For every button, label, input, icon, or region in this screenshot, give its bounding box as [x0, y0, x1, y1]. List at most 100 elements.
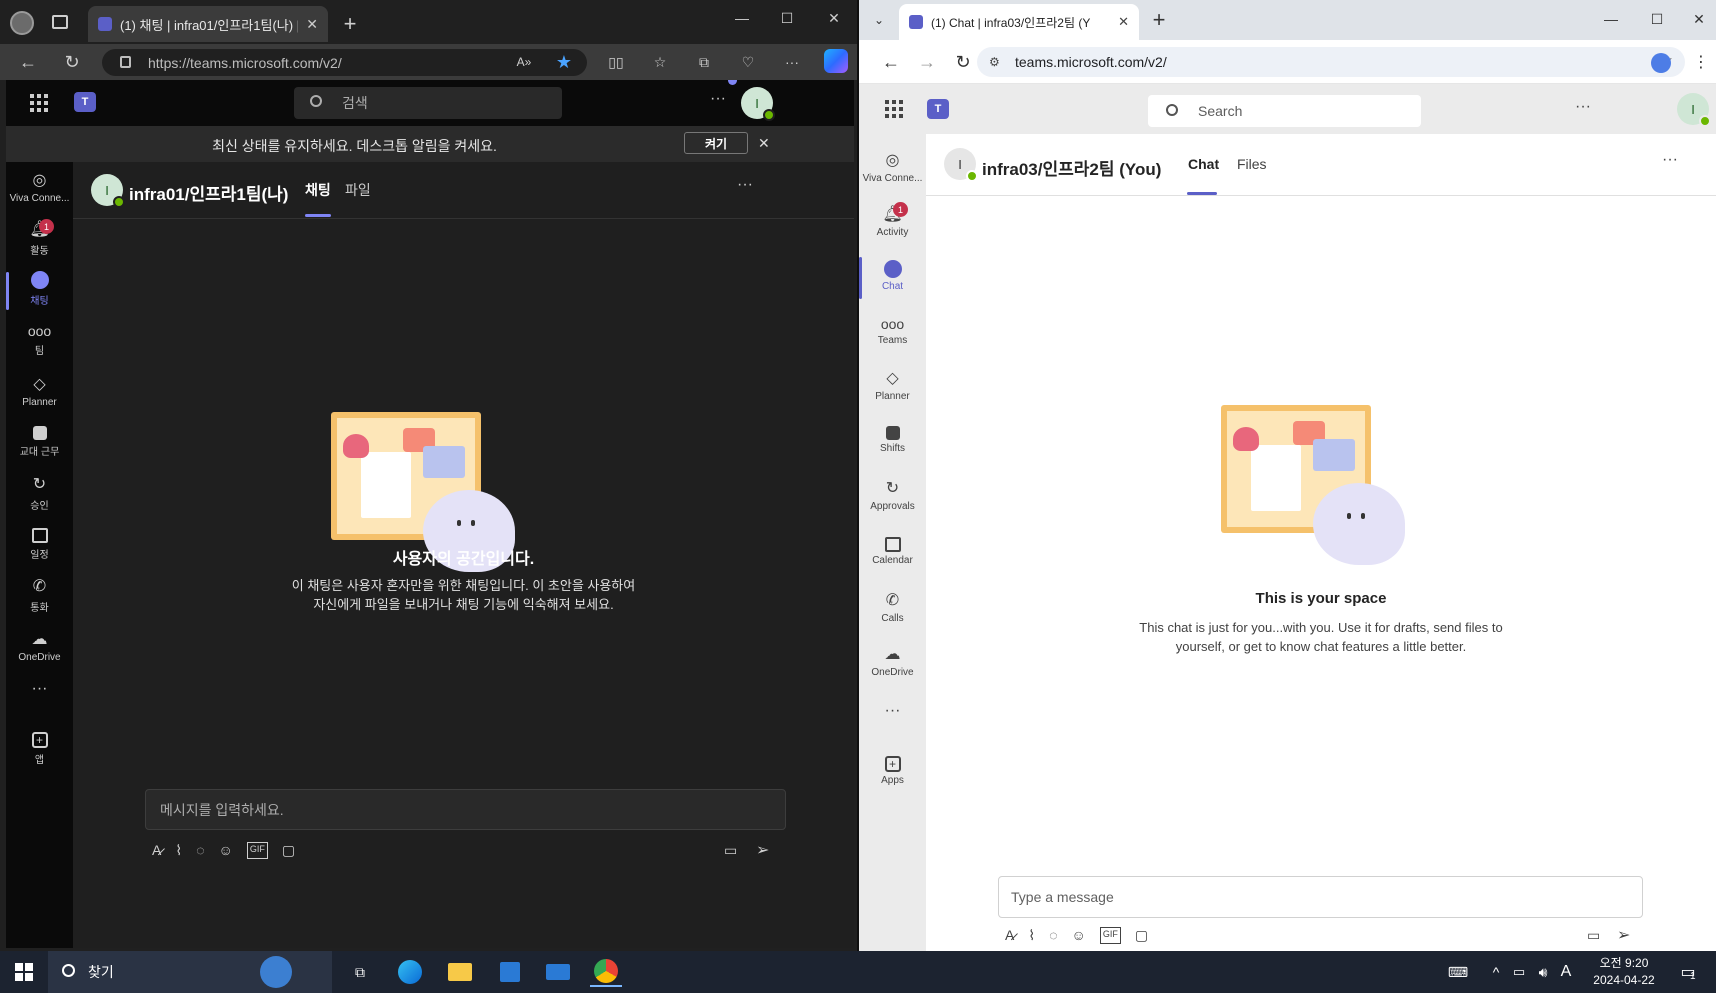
banner-close-icon[interactable]: ✕ — [758, 135, 770, 152]
rail-item-onedrive[interactable]: ☁︎ OneDrive — [859, 636, 926, 686]
rail-item-teams[interactable]: ooo 팀 — [6, 315, 73, 365]
rail-item-onedrive[interactable]: ☁︎ OneDrive — [6, 621, 73, 671]
tab-actions-icon[interactable] — [52, 15, 68, 29]
rail-item-calendar[interactable]: 일정 — [6, 519, 73, 569]
gif-icon[interactable]: GIF — [1099, 927, 1121, 944]
store-icon[interactable] — [494, 957, 526, 987]
tab-search-icon[interactable]: ⌄ — [867, 8, 891, 32]
close-tab-icon[interactable]: ✕ — [306, 16, 318, 33]
chrome-taskbar-icon[interactable] — [590, 957, 622, 987]
emoji-icon[interactable]: ☺ — [1072, 927, 1086, 944]
tab-files[interactable]: 파일 — [345, 180, 371, 200]
close-window-button[interactable]: ✕ — [822, 6, 846, 30]
back-icon[interactable]: ← — [16, 50, 40, 74]
split-screen-icon[interactable]: ▯▯ — [604, 50, 628, 74]
chrome-profile-icon[interactable] — [1651, 53, 1671, 73]
maximize-button[interactable]: ☐ — [775, 6, 799, 30]
user-avatar[interactable]: I — [1677, 93, 1711, 127]
loop-icon[interactable]: ◌ — [1049, 927, 1057, 944]
rail-item-chat[interactable]: Chat — [859, 251, 926, 301]
taskbar-search-box[interactable]: 찾기 — [48, 951, 332, 993]
send-icon[interactable]: ➢ — [756, 840, 769, 860]
rail-item-viva[interactable]: ◎ Viva Conne... — [6, 162, 73, 212]
rail-item-chat[interactable]: 채팅 — [6, 264, 73, 314]
rail-more-button[interactable]: ··· — [859, 696, 926, 726]
sticker-icon[interactable]: ▢ — [1135, 927, 1148, 944]
forward-icon[interactable]: → — [915, 50, 939, 74]
rail-more-button[interactable]: ··· — [6, 674, 73, 704]
rail-item-shifts[interactable]: Shifts — [859, 415, 926, 465]
app-launcher-icon[interactable] — [30, 94, 48, 112]
more-options-icon[interactable]: ··· — [710, 90, 726, 108]
chat-more-options-icon[interactable]: ··· — [737, 176, 753, 194]
maximize-button[interactable]: ☐ — [1645, 7, 1669, 31]
site-settings-icon[interactable]: ⚙︎ — [989, 55, 1000, 69]
message-compose-input[interactable]: 메시지를 입력하세요. — [145, 789, 786, 830]
rail-item-calendar[interactable]: Calendar — [859, 526, 926, 576]
tab-chat[interactable]: Chat — [1188, 156, 1219, 172]
app-launcher-icon[interactable] — [885, 100, 903, 118]
close-tab-icon[interactable]: ✕ — [1118, 14, 1129, 30]
rail-item-calls[interactable]: ✆ 통화 — [6, 570, 73, 620]
file-explorer-icon[interactable] — [444, 957, 476, 987]
search-input[interactable]: 검색 — [294, 87, 562, 119]
user-avatar[interactable]: I — [741, 87, 775, 121]
chrome-menu-icon[interactable]: ⋮ — [1691, 50, 1711, 74]
copilot-icon[interactable] — [824, 49, 848, 73]
volume-icon[interactable]: 🔊︎ — [1532, 957, 1554, 987]
chat-more-options-icon[interactable]: ··· — [1662, 151, 1678, 169]
network-icon[interactable]: ▭ — [1508, 957, 1530, 987]
rail-item-planner[interactable]: ◇ Planner — [859, 360, 926, 410]
mail-icon[interactable] — [542, 957, 574, 987]
rail-item-viva[interactable]: ◎ Viva Conne... — [859, 142, 926, 192]
performance-icon[interactable]: ♡ — [736, 50, 760, 74]
chrome-tab[interactable]: (1) Chat | infra03/인프라2팀 (Y ✕ — [899, 4, 1139, 40]
rail-item-approvals[interactable]: ↻ 승인 — [6, 468, 73, 518]
rail-item-activity[interactable]: 🔔︎ 1 Activity — [859, 196, 926, 246]
rail-item-activity[interactable]: 🔔︎1활동 — [6, 213, 73, 263]
sticker-icon[interactable]: ▢ — [282, 842, 295, 859]
favorites-icon[interactable]: ☆ — [648, 50, 672, 74]
minimize-button[interactable]: — — [730, 6, 754, 30]
reload-icon[interactable]: ↻ — [60, 50, 84, 74]
meet-now-icon[interactable]: ▭ — [1587, 927, 1600, 944]
start-button[interactable] — [8, 957, 40, 987]
chrome-url-field[interactable]: ⚙︎ teams.microsoft.com/v2/ ☆ — [977, 47, 1685, 77]
enable-notifications-button[interactable]: 켜기 — [684, 132, 748, 154]
close-window-button[interactable]: ✕ — [1687, 7, 1711, 31]
rail-item-apps[interactable]: + Apps — [859, 746, 926, 796]
minimize-button[interactable]: — — [1599, 7, 1623, 31]
attach-icon[interactable]: ⌇ — [175, 842, 182, 859]
tab-chat[interactable]: 채팅 — [305, 180, 331, 200]
back-icon[interactable]: ← — [879, 50, 903, 74]
message-compose-input[interactable]: Type a message — [998, 876, 1643, 918]
reload-icon[interactable]: ↻ — [951, 50, 975, 74]
more-options-icon[interactable]: ··· — [1575, 98, 1591, 116]
attach-icon[interactable]: ⌇ — [1028, 927, 1035, 944]
more-icon[interactable]: ··· — [780, 50, 804, 74]
action-center-icon[interactable]: ▭ 1 — [1672, 957, 1704, 987]
tab-files[interactable]: Files — [1237, 156, 1267, 172]
emoji-icon[interactable]: ☺ — [219, 842, 233, 859]
new-tab-button[interactable]: + — [338, 11, 362, 36]
task-view-icon[interactable]: ⧉ — [344, 957, 376, 987]
clock[interactable]: 오전 9:20 2024-04-22 — [1584, 955, 1664, 989]
ime-indicator[interactable]: A — [1556, 957, 1576, 987]
gif-icon[interactable]: GIF — [246, 842, 268, 859]
format-icon[interactable]: A̷ — [1005, 927, 1014, 944]
format-icon[interactable]: A̷ — [152, 842, 161, 859]
edge-tab[interactable]: (1) 채팅 | infra01/인프라1팀(나) | ✕ — [88, 6, 328, 42]
new-tab-button[interactable]: + — [1147, 7, 1171, 32]
rail-item-calls[interactable]: ✆ Calls — [859, 582, 926, 632]
rail-item-approvals[interactable]: ↻ Approvals — [859, 470, 926, 520]
keyboard-icon[interactable]: ⌨︎ — [1442, 957, 1474, 987]
search-input[interactable]: Search — [1148, 95, 1421, 127]
favorite-star-icon[interactable]: ★ — [552, 50, 576, 74]
rail-item-shifts[interactable]: 교대 근무 — [6, 417, 73, 467]
send-icon[interactable]: ➢ — [1617, 925, 1630, 945]
profile-icon[interactable] — [10, 11, 34, 35]
rail-item-teams[interactable]: ooo Teams — [859, 306, 926, 356]
read-aloud-icon[interactable]: A» — [512, 50, 536, 74]
loop-icon[interactable]: ◌ — [196, 842, 204, 859]
edge-taskbar-icon[interactable] — [394, 957, 426, 987]
